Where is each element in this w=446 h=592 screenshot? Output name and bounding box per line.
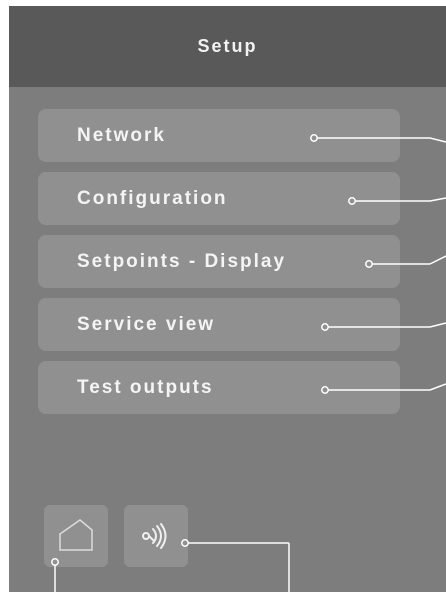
device-screen: Setup Network Configuration Setpoints - … bbox=[9, 6, 446, 592]
header-bar: Setup bbox=[9, 6, 446, 87]
menu-item-label: Service view bbox=[77, 313, 216, 335]
menu-item-test-outputs[interactable]: Test outputs bbox=[38, 361, 400, 414]
menu-item-label: Network bbox=[77, 124, 166, 146]
page-title: Setup bbox=[197, 36, 258, 56]
menu-item-configuration[interactable]: Configuration bbox=[38, 172, 400, 225]
menu-item-label: Configuration bbox=[77, 187, 228, 209]
menu-item-label: Setpoints - Display bbox=[77, 250, 287, 272]
touch-sound-button[interactable] bbox=[124, 505, 188, 567]
touch-sound-icon bbox=[142, 523, 167, 549]
home-button[interactable] bbox=[44, 505, 108, 567]
menu-item-label: Test outputs bbox=[77, 376, 214, 398]
menu-item-setpoints-display[interactable]: Setpoints - Display bbox=[38, 235, 400, 288]
home-icon bbox=[59, 519, 93, 551]
menu-item-network[interactable]: Network bbox=[38, 109, 400, 162]
menu-item-service-view[interactable]: Service view bbox=[38, 298, 400, 351]
